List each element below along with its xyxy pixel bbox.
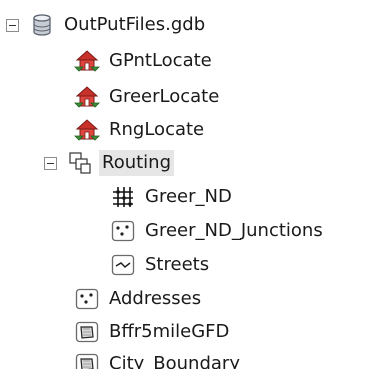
- polygon-feature-class-icon: [75, 353, 99, 369]
- tree-item-greer-nd[interactable]: Greer_ND: [110, 180, 235, 214]
- tree-item-label: Addresses: [109, 288, 202, 309]
- feature-dataset-icon: [69, 152, 91, 174]
- collapse-toggle[interactable]: [44, 156, 57, 170]
- tree-item-label: Greer_ND: [145, 186, 232, 207]
- tree-item-label: GreerLocate: [109, 86, 220, 107]
- tree-item-label: City_Boundary: [109, 353, 240, 369]
- tree-item-label: Greer_ND_Junctions: [145, 220, 323, 241]
- catalog-tree: OutPutFiles.gdb GPntLocate GreerLocate R…: [0, 0, 367, 369]
- address-locator-icon: [74, 86, 100, 108]
- tree-item-label: RngLocate: [109, 119, 205, 140]
- collapse-toggle[interactable]: [6, 18, 19, 32]
- tree-item-streets[interactable]: Streets: [110, 248, 212, 282]
- tree-item-outputfiles-gdb[interactable]: OutPutFiles.gdb: [6, 8, 208, 42]
- network-dataset-icon: [113, 187, 133, 207]
- tree-item-city-boundary[interactable]: City_Boundary: [74, 347, 243, 369]
- geodatabase-icon: [33, 14, 51, 36]
- tree-item-label: OutPutFiles.gdb: [64, 14, 206, 35]
- tree-item-label: Bffr5mileGFD: [109, 321, 230, 342]
- tree-item-label: Streets: [145, 254, 210, 275]
- tree-item-label: GPntLocate: [109, 50, 212, 71]
- address-locator-icon: [74, 50, 100, 72]
- tree-item-greerlocate[interactable]: GreerLocate: [74, 80, 222, 114]
- point-feature-class-icon: [111, 220, 135, 242]
- point-feature-class-icon: [75, 288, 99, 310]
- tree-item-greer-nd-junctions[interactable]: Greer_ND_Junctions: [110, 214, 326, 248]
- tree-item-bffr5milegfd[interactable]: Bffr5mileGFD: [74, 315, 232, 349]
- polygon-feature-class-icon: [75, 321, 99, 343]
- line-feature-class-icon: [111, 254, 135, 276]
- address-locator-icon: [74, 119, 100, 141]
- tree-item-routing[interactable]: Routing: [44, 146, 175, 180]
- tree-item-label: Routing: [99, 150, 175, 176]
- tree-item-gpntlocate[interactable]: GPntLocate: [74, 44, 215, 78]
- tree-item-rnglocate[interactable]: RngLocate: [74, 113, 207, 147]
- tree-item-addresses[interactable]: Addresses: [74, 282, 204, 316]
